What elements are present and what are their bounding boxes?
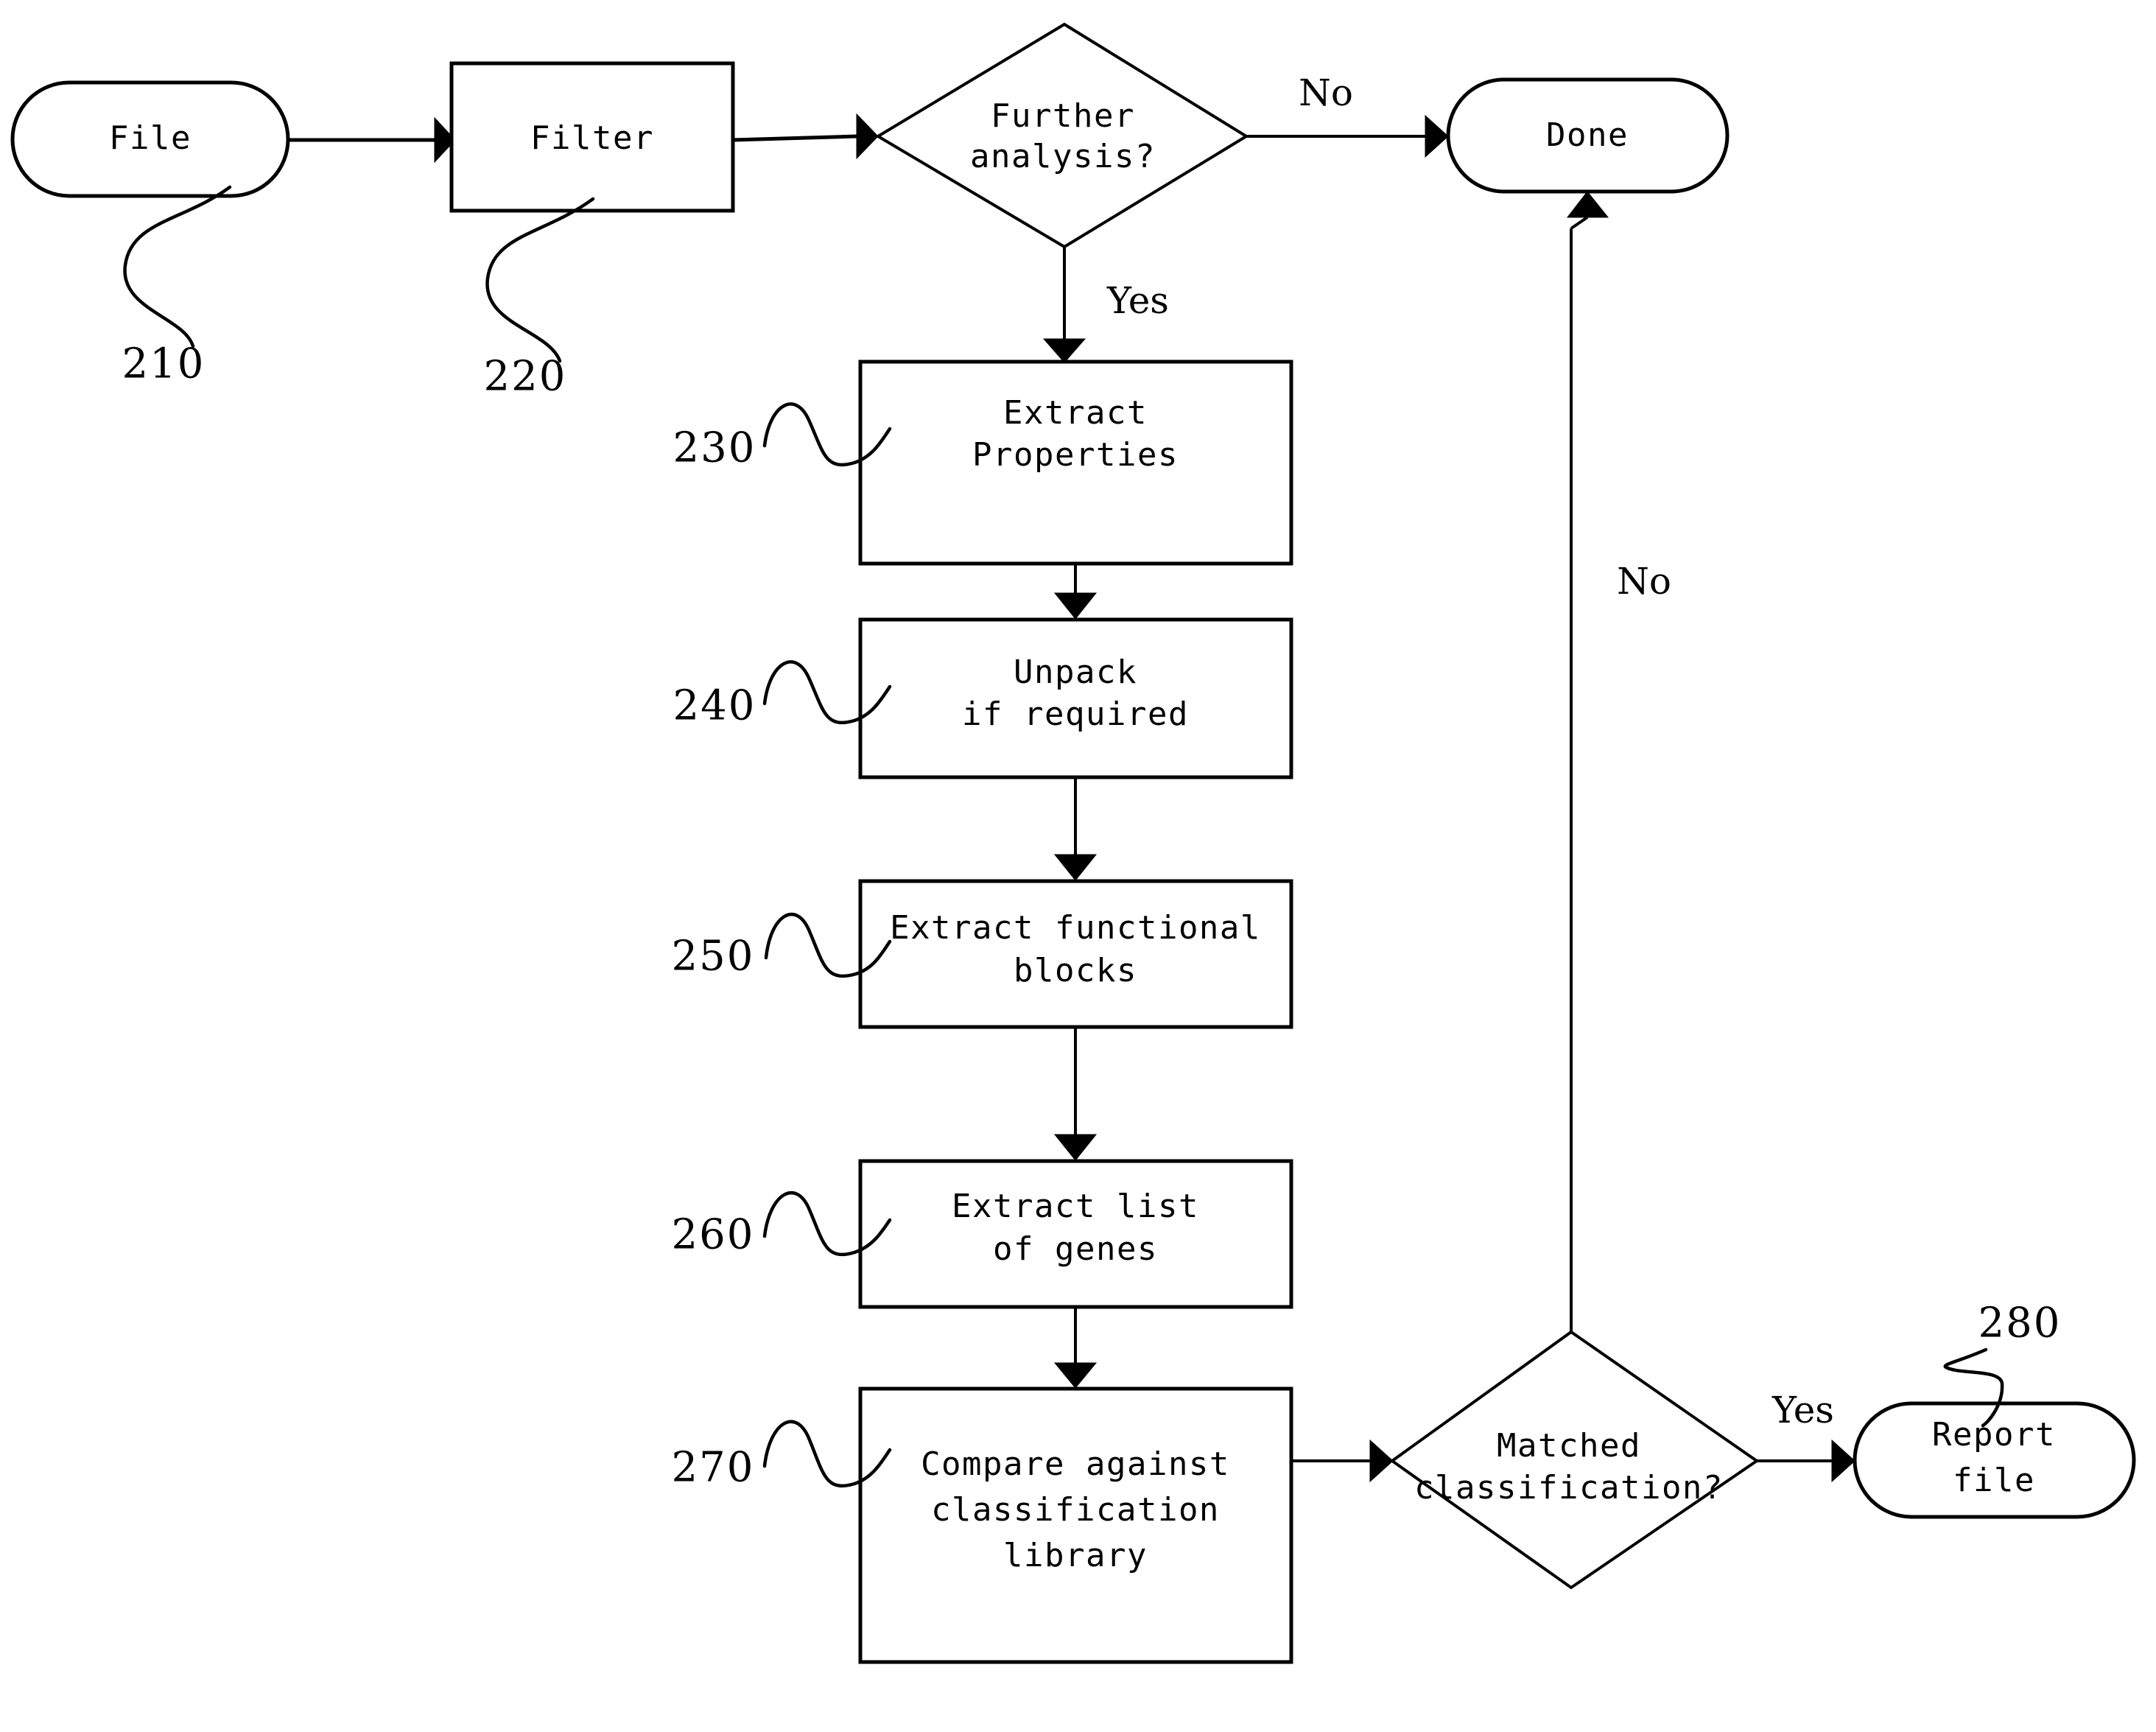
filter-label: Filter xyxy=(530,119,654,157)
ref-numeral-270: 270 xyxy=(672,1444,755,1492)
functional-blocks-label-line1: Extract functional xyxy=(890,909,1261,947)
functional-blocks-label-line2: blocks xyxy=(1014,952,1137,989)
compare-label-line3: library xyxy=(1003,1537,1148,1574)
node-extract-properties[interactable]: Extract Properties xyxy=(858,360,1293,566)
ref-numeral-220: 220 xyxy=(484,353,567,401)
edge-label-matched-yes: Yes xyxy=(1771,1389,1834,1431)
ref-numeral-240: 240 xyxy=(673,682,756,730)
node-matched-classification[interactable]: Matched classification? xyxy=(1389,1330,1760,1590)
arrowhead-further-to-extract-properties xyxy=(1042,338,1086,363)
report-file-label-line2: file xyxy=(1953,1462,2035,1499)
unpack-label-line2: if required xyxy=(962,695,1189,733)
node-functional-blocks[interactable]: Extract functional blocks xyxy=(858,879,1293,1029)
matched-classification-label-line1: Matched xyxy=(1497,1427,1641,1465)
further-analysis-shape xyxy=(875,22,1249,249)
ref-numeral-260: 260 xyxy=(672,1211,755,1259)
edge-label-matched-no: No xyxy=(1617,560,1671,603)
report-file-label-line1: Report xyxy=(1932,1416,2056,1454)
filter-leader-line xyxy=(485,197,595,363)
list-genes-label-line1: Extract list xyxy=(952,1188,1199,1225)
node-unpack[interactable]: Unpack if required xyxy=(858,617,1293,779)
extract-properties-label-line2: Properties xyxy=(972,436,1179,474)
edge-label-further-no: No xyxy=(1299,71,1353,114)
node-file[interactable]: File xyxy=(10,80,290,198)
list-genes-label-line2: of genes xyxy=(993,1230,1158,1268)
node-compare[interactable]: Compare against classification library xyxy=(858,1386,1293,1664)
further-analysis-label-line1: Further xyxy=(991,97,1135,135)
node-list-genes[interactable]: Extract list of genes xyxy=(858,1159,1293,1309)
compare-label-line1: Compare against xyxy=(921,1445,1230,1483)
node-further-analysis[interactable]: Further analysis? xyxy=(875,22,1249,249)
done-label: Done xyxy=(1546,116,1629,154)
node-filter[interactable]: Filter xyxy=(449,61,735,213)
arrowhead-matched-to-done xyxy=(1566,191,1609,218)
node-done[interactable]: Done xyxy=(1446,77,1730,194)
flowchart-canvas: File 210 Filter 220 Further analysis? No xyxy=(10,22,2136,1664)
arrowhead-list-genes-to-compare xyxy=(1053,1362,1098,1389)
ref-numeral-230: 230 xyxy=(673,424,756,472)
ref-numeral-280: 280 xyxy=(1978,1300,2062,1347)
arrowhead-functional-blocks-to-list-genes xyxy=(1053,1134,1098,1161)
file-leader-line xyxy=(123,185,232,348)
edge-matched-to-done-jog xyxy=(1570,216,1589,230)
arrowhead-extract-properties-to-unpack xyxy=(1053,592,1098,620)
extract-properties-label-line1: Extract xyxy=(1003,394,1148,432)
file-label: File xyxy=(109,119,192,157)
unpack-label-line1: Unpack xyxy=(1014,653,1137,691)
arrowhead-unpack-to-functional-blocks xyxy=(1053,854,1098,881)
arrowhead-further-to-done xyxy=(1425,114,1449,158)
flowchart-diagram: File 210 Filter 220 Further analysis? No xyxy=(0,0,2156,1732)
edge-filter-to-further xyxy=(732,134,857,142)
arrowhead-compare-to-matched xyxy=(1369,1439,1394,1483)
compare-label-line2: classification xyxy=(931,1491,1220,1529)
ref-numeral-210: 210 xyxy=(122,340,206,388)
node-report-file[interactable]: Report file xyxy=(1853,1401,2136,1519)
ref-numeral-250: 250 xyxy=(672,933,755,981)
matched-classification-label-line2: classification? xyxy=(1414,1469,1724,1507)
further-analysis-label-line2: analysis? xyxy=(970,138,1156,175)
arrowhead-filter-to-further xyxy=(856,113,879,160)
arrowhead-matched-to-report xyxy=(1831,1439,1855,1483)
edge-label-further-yes: Yes xyxy=(1106,279,1169,322)
